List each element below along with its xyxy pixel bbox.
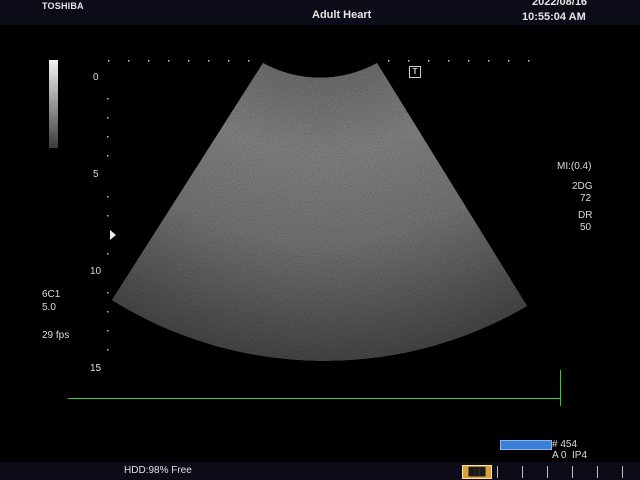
dr-label: DR bbox=[578, 210, 593, 221]
hdd-status: HDD:98% Free bbox=[124, 465, 192, 476]
sector-scan bbox=[112, 63, 527, 361]
media-icon[interactable]: ███ bbox=[462, 465, 492, 479]
cine-progress-bar[interactable] bbox=[500, 440, 552, 450]
ecg-marker bbox=[560, 370, 561, 406]
preset-label: A 0 IP4 bbox=[552, 450, 588, 461]
probe-name: 6C1 bbox=[42, 289, 61, 300]
cursor-marker-3 bbox=[547, 466, 548, 478]
cursor-marker-6 bbox=[622, 466, 623, 478]
ecg-trace bbox=[68, 398, 560, 399]
cursor-marker-2 bbox=[522, 466, 523, 478]
frame-rate: 29 fps bbox=[42, 330, 70, 341]
focus-marker-icon[interactable] bbox=[110, 230, 116, 240]
depth-label-5: 5 bbox=[93, 169, 99, 180]
cursor-marker-1 bbox=[497, 466, 498, 478]
cursor-marker-5 bbox=[597, 466, 598, 478]
depth-label-0: 0 bbox=[93, 72, 99, 83]
depth-ticks bbox=[107, 98, 109, 351]
mode-label: 2DG bbox=[572, 181, 593, 192]
depth-label-15: 15 bbox=[90, 363, 102, 374]
sector-orientation-marker: T bbox=[409, 66, 421, 78]
cursor-marker-4 bbox=[572, 466, 573, 478]
dr-value: 50 bbox=[580, 222, 592, 233]
probe-frequency: 5.0 bbox=[42, 302, 56, 313]
status-bar bbox=[0, 462, 640, 480]
depth-label-10: 10 bbox=[90, 266, 102, 277]
gain-value: 72 bbox=[580, 193, 592, 204]
cine-frame-number: # 454 bbox=[552, 439, 578, 450]
dotted-top-line bbox=[108, 60, 530, 62]
mi-value: MI:(0.4) bbox=[557, 161, 592, 172]
